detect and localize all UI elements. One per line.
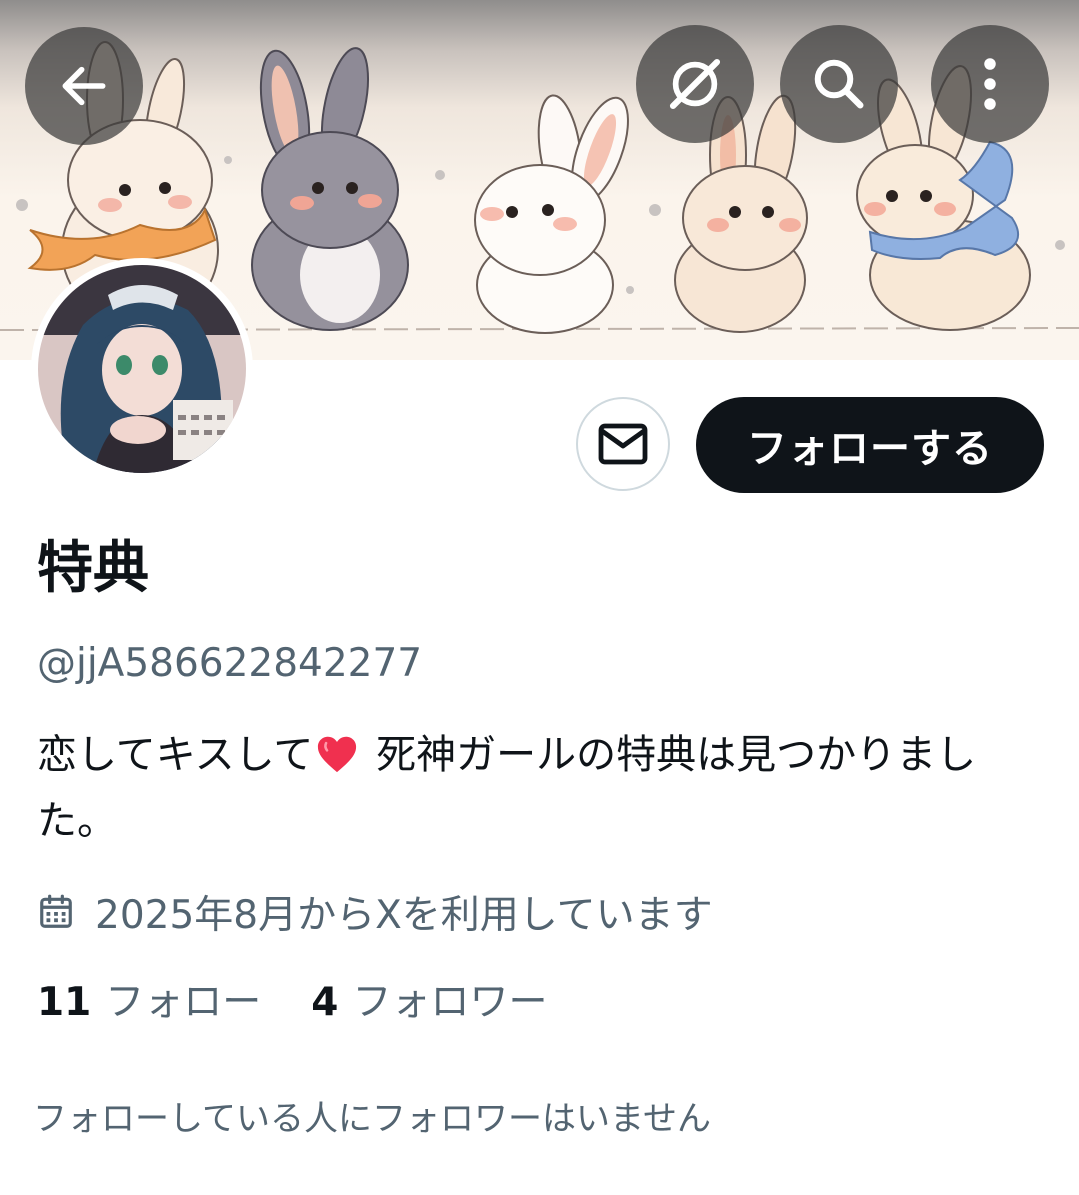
calendar-icon (37, 893, 75, 931)
followers-label: フォロワー (352, 980, 548, 1025)
follow-stats: 11 フォロー 4 フォロワー (37, 977, 597, 1029)
mutual-followers-note: フォローしている人にフォロワーはいません (33, 1099, 711, 1139)
bio-text-start: 恋してキスして (37, 732, 314, 778)
followers-count: 4 (311, 980, 339, 1025)
profile-bio: 恋してキスして 死神ガールの特典は見つかりました。 (37, 725, 1037, 851)
joined-date: 2025年8月からXを利用しています (37, 884, 713, 940)
display-name: 特典 (37, 536, 149, 601)
following-link[interactable]: 11 フォロー (37, 977, 261, 1029)
arrow-left-icon (62, 66, 106, 106)
profile-avatar[interactable] (31, 258, 253, 480)
search-icon (814, 59, 864, 109)
follow-button[interactable]: フォローする (696, 397, 1044, 493)
avatar-image (38, 265, 246, 473)
joined-text: 2025年8月からXを利用しています (95, 893, 713, 938)
more-options-button[interactable] (931, 25, 1049, 143)
message-button[interactable] (576, 397, 670, 491)
red-heart-icon (315, 731, 359, 791)
search-button[interactable] (780, 25, 898, 143)
back-button[interactable] (25, 27, 143, 145)
following-label: フォロー (105, 980, 262, 1025)
mail-icon (598, 423, 648, 465)
grok-button[interactable] (636, 25, 754, 143)
more-vertical-icon (984, 58, 996, 110)
grok-icon (669, 58, 721, 110)
followers-link[interactable]: 4 フォロワー (311, 977, 547, 1029)
following-count: 11 (37, 980, 92, 1025)
user-handle: @jjA586622842277 (37, 641, 423, 686)
